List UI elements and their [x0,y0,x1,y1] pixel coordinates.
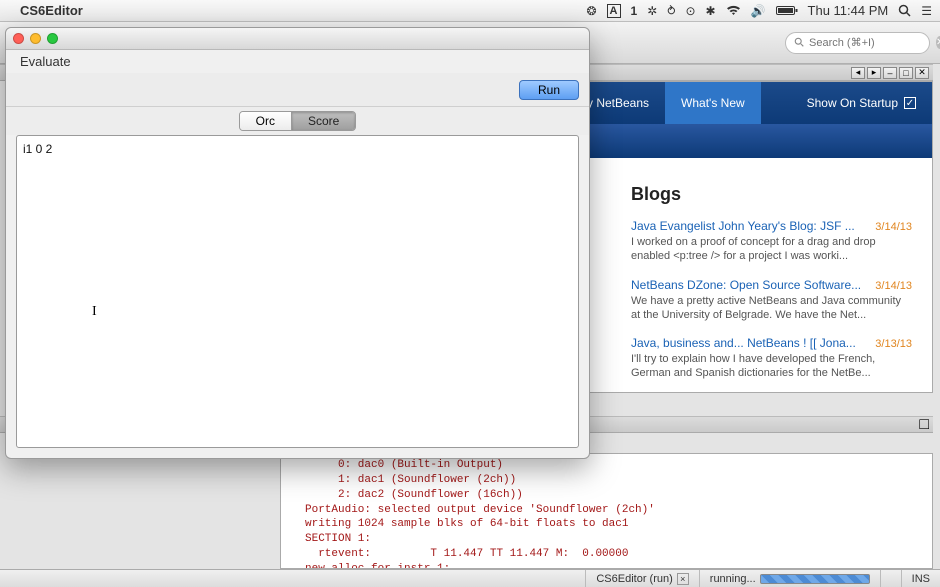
blog-excerpt: I worked on a proof of concept for a dra… [631,235,912,264]
clear-search-icon[interactable]: ✕ [936,36,940,49]
blog-link[interactable]: Java, business and... NetBeans ! [[ Jona… [631,336,856,350]
blog-item: Java Evangelist John Yeary's Blog: JSF .… [631,219,912,264]
evaluate-title: Evaluate [12,50,589,73]
panel-next-button[interactable]: ▸ [867,67,881,79]
mac-menubar: CS6Editor ❂ A 1 ✲ ⥁ ⊙ ✱ 🔊 Thu 11:44 PM ☰ [0,0,940,22]
activity-icon[interactable]: ⊙ [685,4,695,18]
output-maximize-button[interactable]: □ [919,416,929,434]
text-cursor-icon: I [92,304,97,320]
wifi-icon[interactable] [726,5,741,16]
editor-content: i1 0 2 [23,142,52,156]
blog-excerpt: We have a pretty active NetBeans and Jav… [631,294,912,323]
volume-icon[interactable]: 🔊 [751,4,766,18]
panel-prev-button[interactable]: ◂ [851,67,865,79]
menubar-status-icons: ❂ A 1 ✲ ⥁ ⊙ ✱ 🔊 Thu 11:44 PM ☰ [586,3,932,18]
evaluate-tabs: Orc Score [6,107,589,135]
blog-link[interactable]: NetBeans DZone: Open Source Software... [631,278,861,292]
status-state: running... [699,570,880,587]
startpage-tabs: y NetBeans What's New Show On Startup ✓ [571,82,932,124]
notification-icon[interactable]: ☰ [921,4,932,18]
blog-date: 3/14/13 [875,280,912,292]
output-console[interactable]: 0: dac0 (Built-in Output) 1: dac1 (Sound… [280,453,933,569]
bluetooth-icon[interactable]: ✱ [706,4,716,18]
progress-bar [760,574,870,584]
status-insert-mode: INS [901,570,940,587]
adobe-icon[interactable]: A [607,4,621,18]
start-page: y NetBeans What's New Show On Startup ✓ … [570,81,933,393]
search-field[interactable]: ✕ [785,32,930,54]
startpage-body: Blogs Java Evangelist John Yeary's Blog:… [571,158,932,393]
panel-close-button[interactable]: ✕ [915,67,929,79]
show-on-startup-label: Show On Startup [807,96,898,110]
blog-date: 3/13/13 [875,338,912,350]
panel-maximize-button[interactable]: □ [899,67,913,79]
window-traffic-lights [13,33,58,44]
status-process[interactable]: CS6Editor (run) × [585,570,698,587]
search-icon [794,37,805,48]
panel-minimize-button[interactable]: – [883,67,897,79]
tab-show-on-startup[interactable]: Show On Startup ✓ [791,82,932,124]
number-icon[interactable]: 1 [631,4,638,18]
search-input[interactable] [809,37,932,49]
score-tab[interactable]: Score [291,112,355,130]
blog-item: NetBeans DZone: Open Source Software... 3… [631,278,912,323]
status-divider [880,570,901,587]
evernote2-icon[interactable]: ✲ [647,4,657,18]
spotlight-icon[interactable] [898,4,911,17]
battery-icon[interactable] [776,5,798,16]
evaluate-titlebar[interactable] [6,28,589,50]
status-bar: CS6Editor (run) × running... INS [0,569,940,587]
blog-date: 3/14/13 [875,221,912,233]
blogs-heading: Blogs [631,184,912,205]
blog-link[interactable]: Java Evangelist John Yeary's Blog: JSF .… [631,219,855,233]
sync-icon[interactable]: ⥁ [667,4,675,18]
evaluate-window: Evaluate Run Orc Score i1 0 2 I [5,27,590,459]
evernote-icon[interactable]: ❂ [586,4,596,18]
menubar-clock[interactable]: Thu 11:44 PM [808,3,889,18]
app-name[interactable]: CS6Editor [20,3,83,18]
orc-tab[interactable]: Orc [240,112,291,130]
window-zoom-button[interactable] [47,33,58,44]
show-on-startup-checkbox[interactable]: ✓ [904,97,916,109]
window-close-button[interactable] [13,33,24,44]
window-minimize-button[interactable] [30,33,41,44]
startpage-banner [571,124,932,158]
code-editor[interactable]: i1 0 2 I [16,135,579,448]
status-process-close-icon[interactable]: × [677,573,689,585]
blog-item: Java, business and... NetBeans ! [[ Jona… [631,336,912,381]
blog-excerpt: I'll try to explain how I have developed… [631,352,912,381]
run-button[interactable]: Run [519,80,579,100]
tab-whats-new[interactable]: What's New [665,82,761,124]
evaluate-toolbar: Run [6,73,589,107]
